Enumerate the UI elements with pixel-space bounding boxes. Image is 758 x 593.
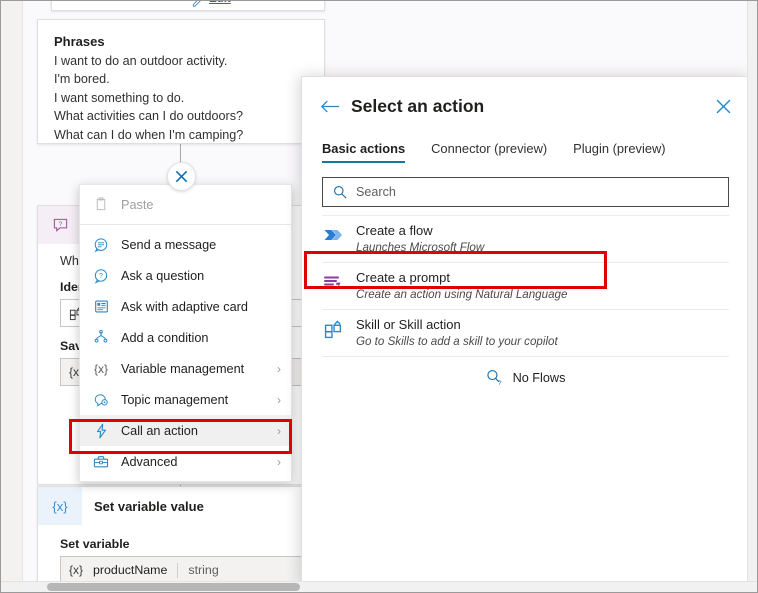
phrase-line: What activities can I do outdoors? [54, 109, 244, 124]
chevron-right-icon: › [277, 423, 281, 438]
menu-item-paste[interactable]: Paste [80, 189, 291, 220]
node-setvar-combo[interactable]: {x} productName string › [60, 556, 308, 584]
search-icon [333, 185, 347, 199]
tab-label: Connector (preview) [431, 141, 548, 156]
tab-connector-preview[interactable]: Connector (preview) [431, 141, 547, 163]
menu-item-label: Add a condition [121, 330, 209, 345]
stub-edit-link[interactable]: Edit [52, 1, 324, 7]
chevron-right-icon: › [277, 361, 281, 376]
condition-branch-icon [92, 329, 110, 347]
menu-divider [80, 224, 291, 225]
list-item-subtitle: Launches Microsoft Flow [356, 241, 485, 254]
phrase-line: I want to do an outdoor activity. [54, 54, 228, 68]
chevron-right-icon: › [277, 454, 281, 469]
menu-item-label: Ask a question [121, 268, 205, 283]
phrase-line: I want something to do. [54, 90, 185, 105]
question-node-icon: ? [38, 206, 82, 244]
list-item-text: Create a flow Launches Microsoft Flow [356, 222, 484, 255]
list-item-subtitle: Go to Skills to add a skill to your copi… [356, 335, 558, 348]
page-title: Select an action [351, 95, 485, 116]
menu-item-ask-a-question[interactable]: ? Ask a question [80, 260, 291, 291]
empty-state-no-flows: ? No Flows [322, 358, 729, 396]
toolbox-icon [92, 453, 110, 471]
node-card-stub: Edit [51, 1, 325, 11]
tab-plugin-preview[interactable]: Plugin (preview) [573, 141, 665, 163]
menu-item-label: Advanced [121, 454, 178, 469]
stub-edit-link-label: Edit [209, 1, 231, 5]
topic-icon [92, 391, 110, 409]
node-setvar-field-label: Set variable [60, 537, 130, 551]
menu-item-label: Variable management [121, 361, 245, 376]
search-empty-icon: ? [486, 369, 503, 386]
list-item-create-a-prompt[interactable]: Create a prompt Create an action using N… [322, 263, 729, 310]
menu-item-label: Call an action [121, 423, 198, 438]
list-item-title: Skill or Skill action [356, 317, 461, 332]
menu-item-call-an-action[interactable]: Call an action › [80, 415, 291, 446]
node-card-set-variable: {x} Set variable value Set variable {x} … [37, 486, 309, 586]
chevron-right-icon: › [277, 392, 281, 407]
skill-grid-icon [322, 318, 344, 340]
menu-item-send-a-message[interactable]: Send a message [80, 229, 291, 260]
close-circle-icon[interactable] [167, 162, 196, 191]
adaptive-card-icon [92, 298, 110, 316]
list-item-subtitle: Create an action using Natural Language [356, 288, 568, 301]
context-menu: Paste Send a message ? Ask a question As… [79, 184, 292, 482]
menu-item-add-a-condition[interactable]: Add a condition [80, 322, 291, 353]
empty-state-label: No Flows [512, 370, 566, 385]
menu-item-label: Topic management [121, 392, 229, 407]
power-automate-icon [322, 224, 344, 246]
list-item-text: Create a prompt Create an action using N… [356, 269, 567, 302]
svg-text:?: ? [58, 220, 62, 227]
tab-label: Plugin (preview) [573, 141, 666, 156]
svg-text:?: ? [99, 271, 103, 279]
variable-braces-icon: {x} [69, 563, 84, 577]
close-icon[interactable] [716, 99, 731, 114]
node-setvar-variable-type: string [188, 563, 219, 577]
message-icon [92, 236, 110, 254]
question-icon: ? [92, 267, 110, 285]
menu-item-label: Ask with adaptive card [121, 299, 248, 314]
list-item-text: Skill or Skill action Go to Skills to ad… [356, 316, 558, 349]
phrases-title: Phrases [54, 34, 105, 49]
svg-text:?: ? [497, 380, 501, 386]
tab-basic-actions[interactable]: Basic actions [322, 141, 406, 163]
list-item-title: Create a prompt [356, 270, 450, 285]
variable-braces-icon: {x} [93, 361, 108, 376]
divider [177, 562, 179, 578]
lightning-action-icon [92, 422, 110, 440]
panel-header: Select an action [302, 77, 749, 117]
list-item-create-a-flow[interactable]: Create a flow Launches Microsoft Flow [322, 215, 729, 263]
vertical-scrollbar[interactable] [747, 1, 757, 584]
tab-label: Basic actions [322, 141, 406, 156]
menu-item-variable-management[interactable]: {x} Variable management › [80, 353, 291, 384]
arrow-left-icon[interactable] [320, 99, 342, 114]
actions-list: Create a flow Launches Microsoft Flow Cr… [302, 215, 749, 396]
menu-item-label: Send a message [121, 237, 217, 252]
horizontal-scrollbar[interactable] [1, 581, 757, 592]
screenshot-root: Edit Phrases I want to do an outdoor act… [0, 0, 758, 593]
ai-prompt-icon [322, 271, 344, 293]
search-placeholder: Search [356, 185, 396, 199]
menu-item-topic-management[interactable]: Topic management › [80, 384, 291, 415]
phrase-line: I'm bored. [54, 72, 110, 87]
select-an-action-panel: Select an action Basic actions Connector… [301, 76, 750, 586]
pencil-icon [192, 1, 203, 7]
list-item-title: Create a flow [356, 223, 433, 238]
node-setvar-variable-name: productName [93, 563, 168, 577]
paste-icon [92, 196, 110, 214]
menu-item-label: Paste [121, 197, 154, 212]
menu-item-advanced[interactable]: Advanced › [80, 446, 291, 477]
menu-item-ask-with-adaptive-card[interactable]: Ask with adaptive card [80, 291, 291, 322]
node-card-phrases: Phrases I want to do an outdoor activity… [37, 19, 325, 144]
panel-tabs: Basic actions Connector (preview) Plugin… [302, 135, 749, 163]
phrase-line: What can I do when I'm camping? [54, 127, 244, 142]
horizontal-scrollbar-thumb[interactable] [47, 583, 300, 591]
canvas-left-rail [1, 1, 23, 592]
list-item-skill-or-skill-action[interactable]: Skill or Skill action Go to Skills to ad… [322, 310, 729, 357]
node-setvar-header: {x} Set variable value [38, 487, 308, 525]
node-setvar-title: Set variable value [94, 498, 204, 514]
node-setvar-body: Set variable {x} productName string › [38, 525, 308, 585]
search-input[interactable]: Search [322, 177, 729, 207]
variable-braces-icon: {x} [38, 487, 82, 525]
